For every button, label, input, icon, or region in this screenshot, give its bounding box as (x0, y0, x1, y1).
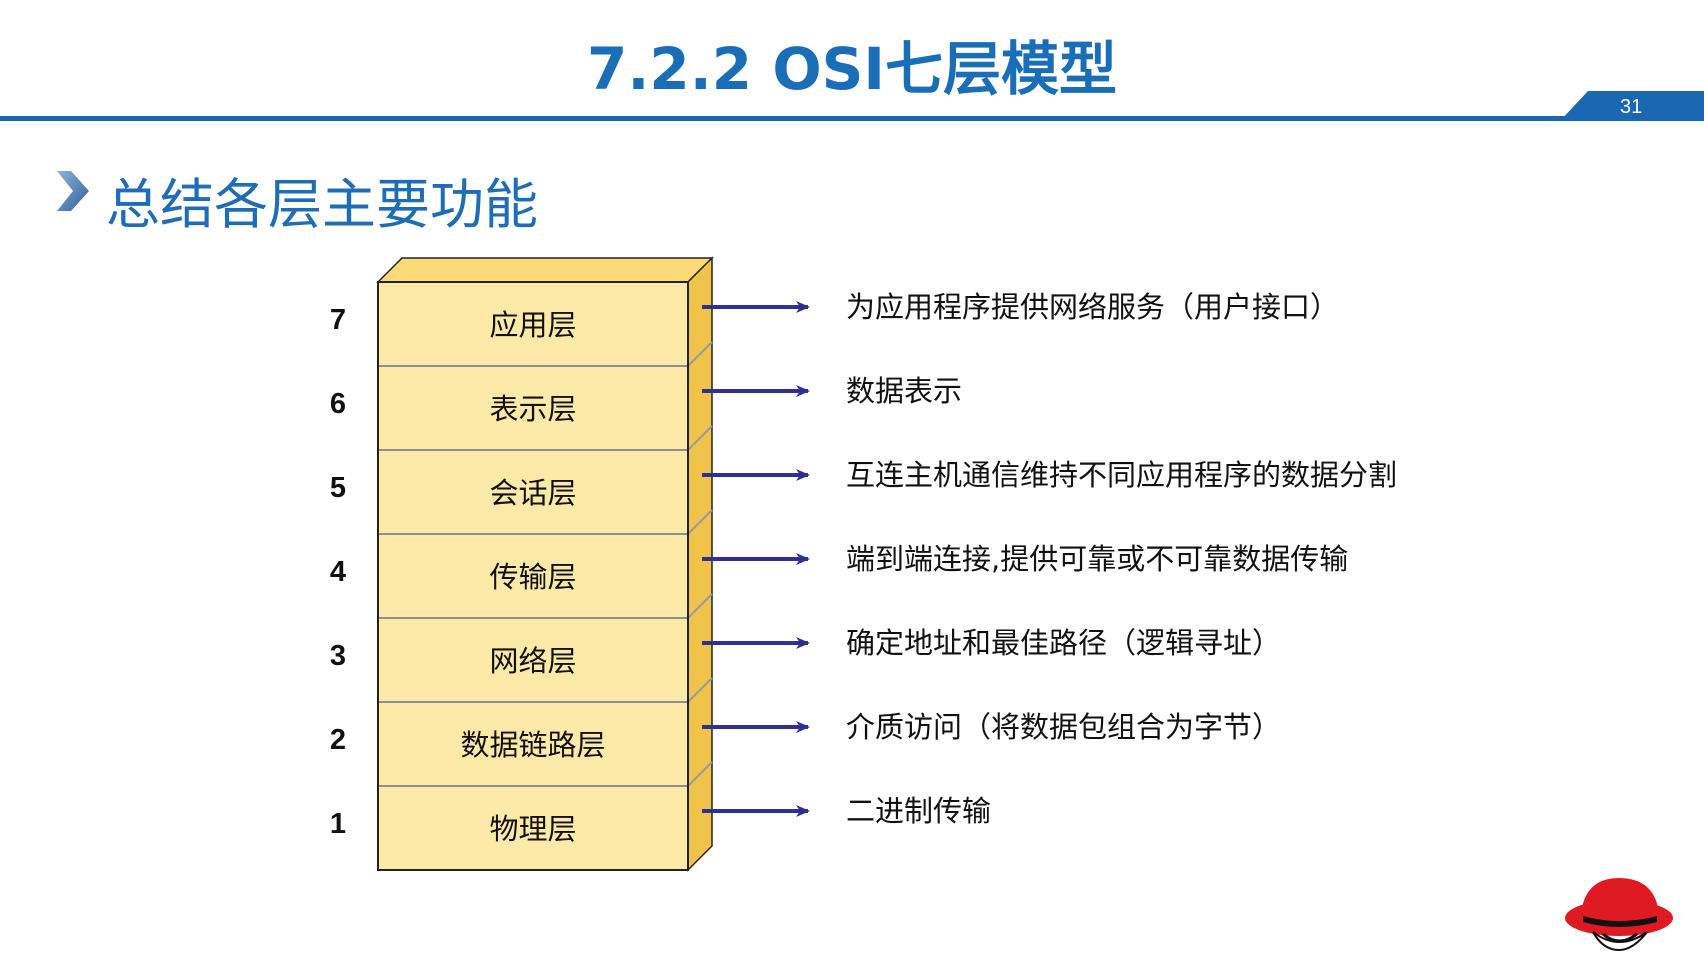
layer-function-description: 端到端连接,提供可靠或不可靠数据传输 (846, 542, 1349, 576)
layer-number: 4 (329, 556, 347, 588)
layer-number: 6 (329, 388, 347, 420)
layer-number: 1 (329, 808, 347, 840)
stack-side-face (687, 256, 713, 872)
red-hat-logo (1565, 878, 1673, 952)
layer-name: 数据链路层 (460, 728, 606, 762)
layer-name: 物理层 (489, 812, 577, 846)
layer-name: 会话层 (489, 476, 577, 510)
layer-name: 应用层 (489, 308, 577, 342)
layer-name: 网络层 (489, 644, 577, 678)
layer-function-description: 确定地址和最佳路径（逻辑寻址） (846, 626, 1282, 660)
layer-number: 3 (329, 640, 347, 672)
layer-name: 表示层 (489, 392, 577, 426)
layer-function-description: 数据表示 (846, 374, 963, 408)
layer-number: 5 (329, 472, 347, 504)
layer-function-description: 互连主机通信维持不同应用程序的数据分割 (846, 458, 1398, 492)
stack-top-face (376, 257, 714, 283)
layer-number: 2 (329, 724, 347, 756)
layer-number: 7 (329, 304, 347, 336)
layer-name: 传输层 (489, 560, 577, 594)
osi-layer-diagram: 应用层 7 为应用程序提供网络服务（用户接口） 表示层 6 数据表示会话层 5 互连主机通信维… (0, 0, 1704, 959)
layer-function-description: 介质访问（将数据包组合为字节） (846, 710, 1282, 744)
layer-function-description: 二进制传输 (846, 794, 992, 828)
layer-function-description: 为应用程序提供网络服务（用户接口） (846, 290, 1340, 324)
